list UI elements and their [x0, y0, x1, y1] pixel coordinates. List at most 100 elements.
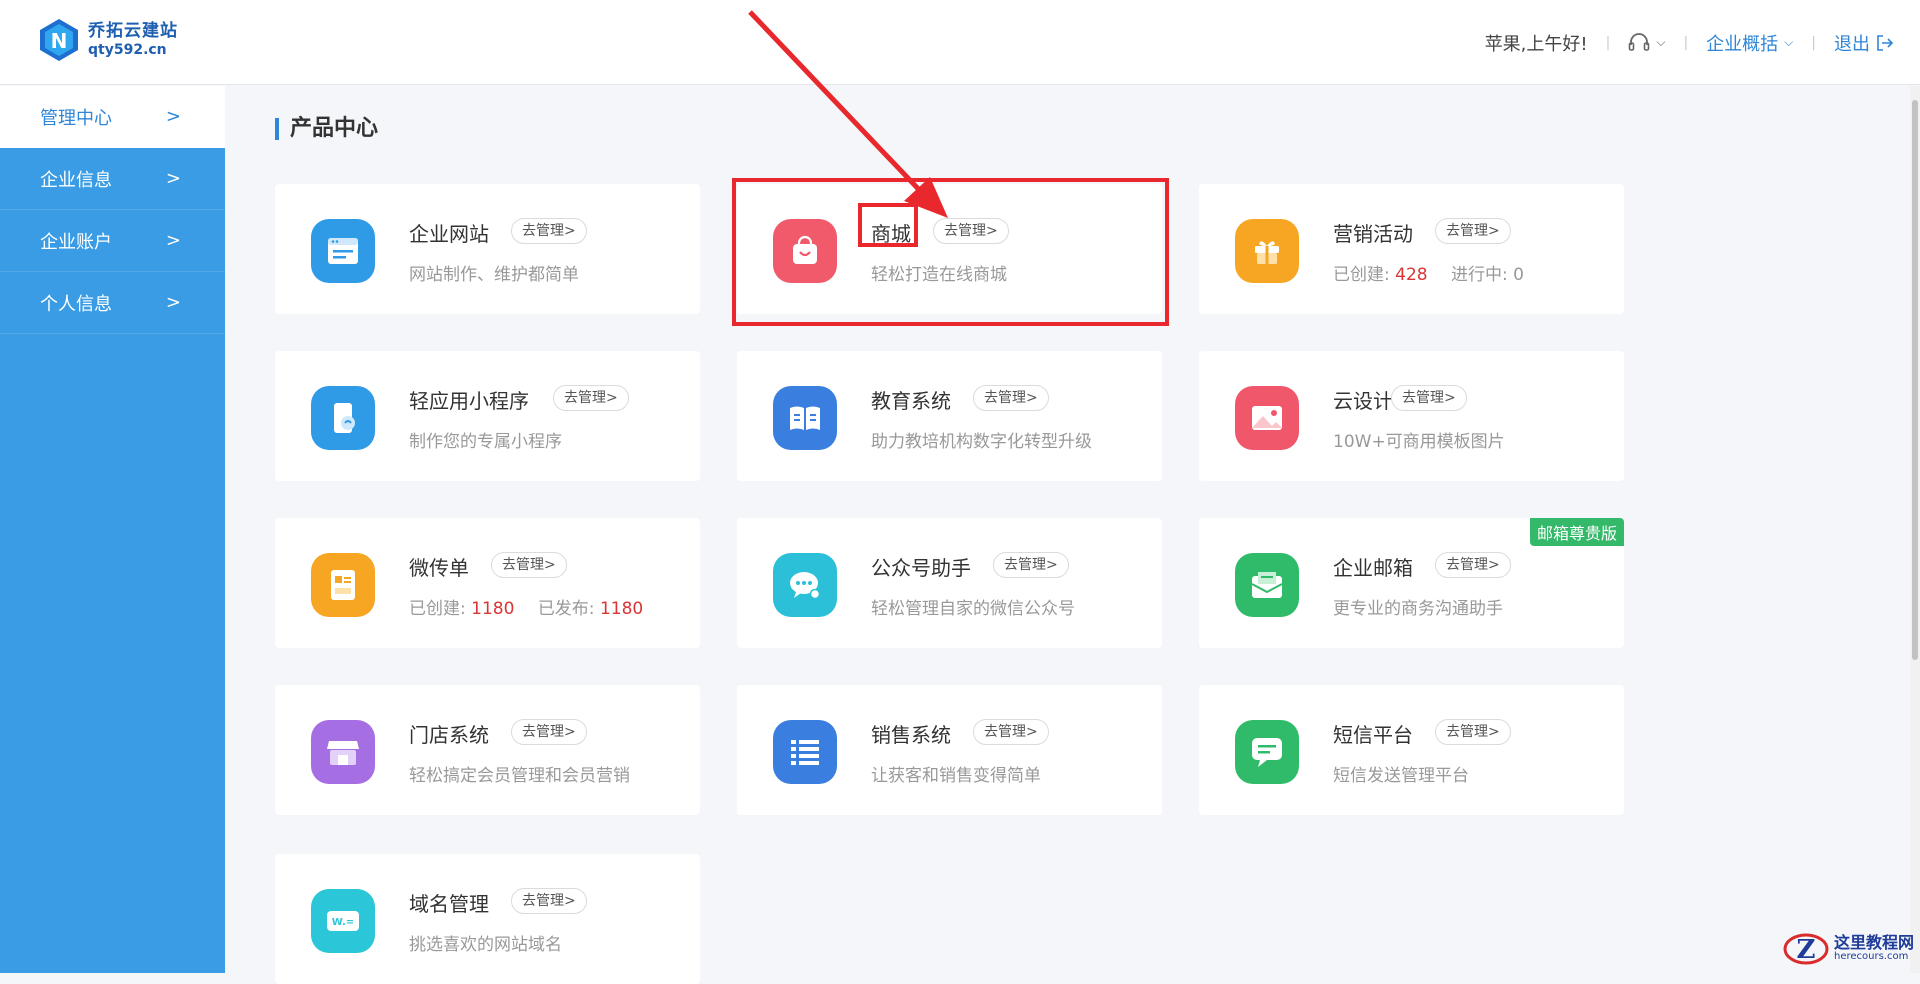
manage-button[interactable]: 去管理> — [993, 552, 1069, 578]
watermark-logo-icon: Z — [1783, 933, 1829, 965]
support-menu[interactable]: ⌵ — [1628, 32, 1665, 53]
flyer-icon — [311, 553, 375, 617]
sidebar-item-company-account[interactable]: 企业账户 > — [0, 210, 225, 272]
sidebar-item-personal-info[interactable]: 个人信息 > — [0, 272, 225, 334]
sidebar-item-company-info[interactable]: 企业信息 > — [0, 148, 225, 210]
website-icon — [311, 219, 375, 283]
mall-card-highlight — [732, 178, 1169, 326]
card-title: 域名管理 — [409, 892, 489, 916]
stat-label: 已创建: — [1333, 265, 1390, 285]
mail-icon — [1235, 553, 1299, 617]
book-icon — [773, 386, 837, 450]
chevron-right-icon: > — [165, 230, 181, 251]
divider: | — [1683, 34, 1689, 51]
card-title: 短信平台 — [1333, 723, 1413, 747]
sidebar-item-label: 企业信息 — [40, 169, 112, 191]
chevron-right-icon: > — [165, 292, 181, 313]
watermark: Z 这里教程网 herecours.com — [1782, 929, 1914, 969]
product-card-cloud-design[interactable]: 云设计 去管理> 10W+可商用模板图片 — [1199, 351, 1624, 481]
card-title: 教育系统 — [871, 389, 951, 413]
product-card-enterprise-mail[interactable]: 邮箱尊贵版 企业邮箱 去管理> 更专业的商务沟通助手 — [1199, 518, 1624, 648]
manage-button[interactable]: 去管理> — [511, 888, 587, 914]
card-description: 已创建: 1180 已发布: 1180 — [409, 594, 643, 619]
page-scrollbar[interactable] — [1910, 86, 1920, 973]
sidebar-item-management-center[interactable]: 管理中心 > — [0, 86, 225, 148]
card-title: 云设计 — [1333, 389, 1393, 413]
product-card-domain[interactable]: W.= 域名管理 去管理> 挑选喜欢的网站域名 — [275, 854, 700, 984]
logout-button[interactable]: 退出 — [1834, 30, 1894, 56]
card-title: 公众号助手 — [871, 556, 971, 580]
product-card-sales[interactable]: 销售系统 去管理> 让获客和销售变得简单 — [737, 685, 1162, 815]
logo-mark-icon: N — [40, 19, 78, 61]
product-card-marketing[interactable]: 营销活动 去管理> 已创建: 428 进行中: 0 — [1199, 184, 1624, 314]
card-description: 制作您的专属小程序 — [409, 432, 562, 452]
stat-value: 0 — [1513, 265, 1524, 285]
main-content: 产品中心 企业网站 去管理> 网站制作、维护都简单 商城 去管理> 轻松打造在线… — [225, 86, 1920, 984]
sidebar-item-label: 个人信息 — [40, 293, 112, 315]
manage-button[interactable]: 去管理> — [553, 385, 629, 411]
manage-button[interactable]: 去管理> — [1391, 385, 1467, 411]
product-card-flyer[interactable]: 微传单 去管理> 已创建: 1180 已发布: 1180 — [275, 518, 700, 648]
manage-button[interactable]: 去管理> — [1435, 552, 1511, 578]
sidebar: 管理中心 > 企业信息 > 企业账户 > 个人信息 > — [0, 86, 225, 973]
overview-label: 企业概括 — [1706, 33, 1779, 55]
headset-icon — [1629, 32, 1650, 51]
logo-domain: qty592.cn — [88, 41, 167, 58]
greeting-text: 苹果,上午好! — [1484, 33, 1588, 55]
card-description: 更专业的商务沟通助手 — [1333, 599, 1503, 619]
manage-button[interactable]: 去管理> — [973, 719, 1049, 745]
divider: | — [1811, 34, 1816, 51]
product-card-sms[interactable]: 短信平台 去管理> 短信发送管理平台 — [1199, 685, 1624, 815]
svg-text:Z: Z — [1796, 935, 1815, 965]
manage-button[interactable]: 去管理> — [511, 719, 587, 745]
svg-text:W.=: W.= — [332, 917, 354, 928]
card-description: 短信发送管理平台 — [1333, 766, 1469, 786]
card-description: 已创建: 428 进行中: 0 — [1333, 260, 1524, 285]
chevron-right-icon: > — [165, 106, 181, 127]
mini-program-icon — [311, 386, 375, 450]
sidebar-item-label: 企业账户 — [40, 231, 112, 253]
card-title: 微传单 — [409, 556, 469, 580]
chevron-right-icon: > — [165, 168, 181, 189]
product-card-mini-program[interactable]: 轻应用小程序 去管理> 制作您的专属小程序 — [275, 351, 700, 481]
mall-title-highlight — [858, 203, 918, 247]
stat-value: 428 — [1395, 265, 1428, 285]
product-card-store[interactable]: 门店系统 去管理> 轻松搞定会员管理和会员营销 — [275, 685, 700, 815]
card-title: 销售系统 — [871, 723, 951, 747]
manage-button[interactable]: 去管理> — [1435, 218, 1511, 244]
stat-label: 已发布: — [537, 599, 595, 619]
overview-menu[interactable]: 企业概括 ⌵ — [1706, 30, 1793, 56]
product-card-website[interactable]: 企业网站 去管理> 网站制作、维护都简单 — [275, 184, 700, 314]
card-description: 10W+可商用模板图片 — [1333, 432, 1505, 452]
card-description: 让获客和销售变得简单 — [871, 766, 1041, 786]
chevron-down-icon: ⌵ — [1784, 35, 1794, 49]
watermark-url: herecours.com — [1833, 951, 1909, 963]
manage-button[interactable]: 去管理> — [973, 385, 1049, 411]
gift-icon — [1235, 219, 1299, 283]
scrollbar-thumb[interactable] — [1912, 100, 1918, 660]
image-icon — [1235, 386, 1299, 450]
logout-label: 退出 — [1834, 33, 1870, 55]
stat-value: 1180 — [599, 599, 644, 619]
stat-label: 已创建: — [409, 599, 466, 619]
domain-icon: W.= — [311, 889, 375, 953]
card-description: 网站制作、维护都简单 — [409, 265, 579, 285]
card-title: 企业网站 — [409, 222, 489, 246]
page-title: 产品中心 — [275, 118, 378, 140]
card-description: 轻松搞定会员管理和会员营销 — [409, 766, 630, 786]
manage-button[interactable]: 去管理> — [511, 218, 587, 244]
logo-name: 乔拓云建站 — [88, 21, 178, 42]
logout-icon — [1877, 34, 1894, 51]
stat-label: 进行中: — [1451, 265, 1508, 285]
product-card-education[interactable]: 教育系统 去管理> 助力教培机构数字化转型升级 — [737, 351, 1162, 481]
wechat-icon — [773, 553, 837, 617]
store-icon — [311, 720, 375, 784]
manage-button[interactable]: 去管理> — [491, 552, 567, 578]
manage-button[interactable]: 去管理> — [1435, 719, 1511, 745]
card-description: 轻松管理自家的微信公众号 — [871, 599, 1075, 619]
sidebar-item-label: 管理中心 — [40, 107, 112, 129]
logo[interactable]: N 乔拓云建站 qty592.cn — [38, 18, 178, 62]
product-card-wechat-assistant[interactable]: 公众号助手 去管理> 轻松管理自家的微信公众号 — [737, 518, 1162, 648]
svg-text:N: N — [51, 29, 68, 53]
divider: | — [1605, 34, 1611, 51]
